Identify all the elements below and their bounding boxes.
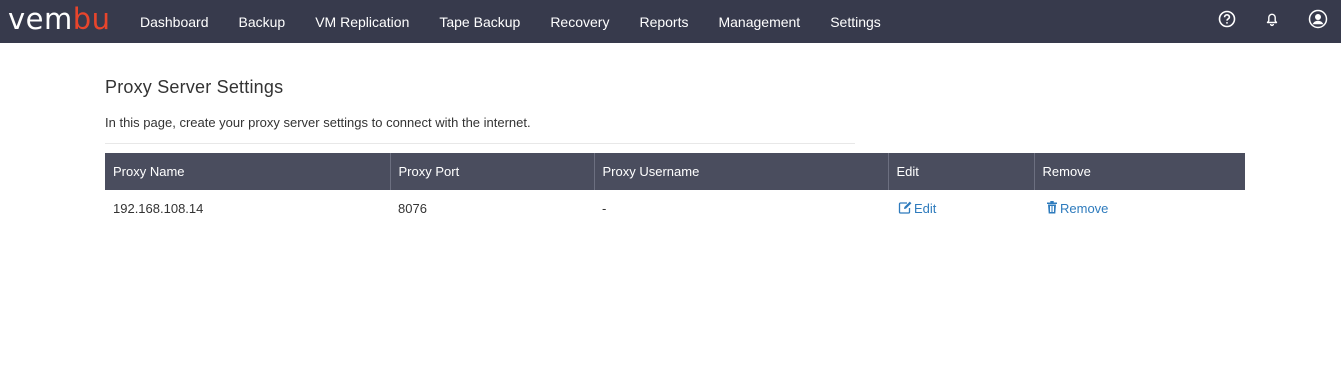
proxy-table: Proxy Name Proxy Port Proxy Username Edi…: [105, 153, 1245, 227]
cell-proxy-name: 192.168.108.14: [113, 201, 204, 216]
nav-dashboard[interactable]: Dashboard: [140, 14, 209, 30]
page-description: In this page, create your proxy server s…: [105, 115, 531, 130]
header-edit: Edit: [888, 153, 1035, 190]
vembu-logo[interactable]: vembu: [8, 3, 111, 35]
nav-settings[interactable]: Settings: [830, 14, 881, 30]
header-proxy-port: Proxy Port: [390, 153, 595, 190]
edit-label: Edit: [914, 201, 937, 216]
top-navbar: vembu Dashboard Backup VM Replication Ta…: [0, 0, 1341, 43]
nav-recovery[interactable]: Recovery: [550, 14, 609, 30]
user-profile-icon[interactable]: [1308, 9, 1328, 29]
trash-icon: [1046, 200, 1060, 217]
table-row: 192.168.108.14 8076 - Edit Remove: [105, 190, 1245, 227]
logo-text-primary: vem: [8, 2, 73, 36]
cell-remove: Remove: [1034, 190, 1245, 227]
table-header-row: Proxy Name Proxy Port Proxy Username Edi…: [105, 153, 1245, 190]
main-nav: Dashboard Backup VM Replication Tape Bac…: [140, 0, 911, 43]
cell-proxy-port: 8076: [398, 201, 427, 216]
header-proxy-name: Proxy Name: [105, 153, 391, 190]
edit-icon: [898, 201, 914, 217]
remove-label: Remove: [1060, 201, 1109, 216]
cell-edit: Edit: [888, 190, 1034, 227]
divider: [105, 143, 855, 144]
logo-text-accent: bu: [72, 2, 111, 36]
header-remove: Remove: [1034, 153, 1245, 190]
page-title: Proxy Server Settings: [105, 77, 284, 97]
cell-proxy-username: -: [602, 201, 607, 216]
nav-vm-replication[interactable]: VM Replication: [315, 14, 409, 30]
nav-management[interactable]: Management: [718, 14, 800, 30]
help-circle-icon[interactable]: [1217, 9, 1237, 29]
nav-backup[interactable]: Backup: [239, 14, 286, 30]
bell-icon[interactable]: [1262, 9, 1282, 29]
nav-reports[interactable]: Reports: [639, 14, 688, 30]
header-proxy-username: Proxy Username: [594, 153, 889, 190]
edit-button[interactable]: Edit: [898, 201, 936, 217]
remove-button[interactable]: Remove: [1046, 200, 1109, 217]
nav-tape-backup[interactable]: Tape Backup: [439, 14, 520, 30]
